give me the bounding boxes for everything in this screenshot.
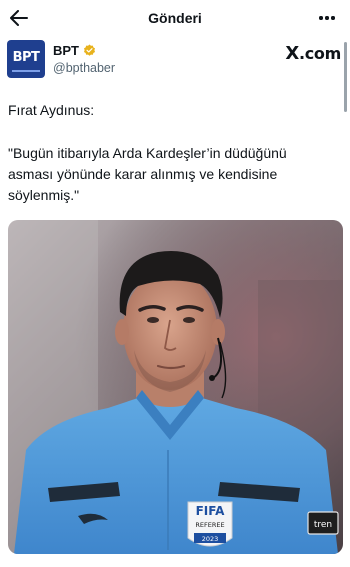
more-horizontal-icon xyxy=(319,16,323,20)
x-com-logo[interactable]: X.com xyxy=(285,43,341,64)
back-button[interactable] xyxy=(9,8,29,28)
referee-photo: FIFA REFEREE 2023 tren xyxy=(8,220,343,554)
svg-text:REFEREE: REFEREE xyxy=(195,521,224,529)
scrollbar[interactable] xyxy=(344,42,347,112)
verified-badge-icon xyxy=(83,44,96,56)
svg-text:FIFA: FIFA xyxy=(196,504,225,518)
sleeve-sponsor-patch: tren xyxy=(307,511,339,535)
post-text-line: Fırat Aydınus: xyxy=(8,102,95,118)
avatar-logo-text: BPT xyxy=(12,50,40,65)
page-title: Gönderi xyxy=(148,10,202,26)
x-logo-icon: X xyxy=(285,43,299,64)
fifa-referee-badge: FIFA REFEREE 2023 xyxy=(187,501,233,547)
author-handle[interactable]: @bpthaber xyxy=(53,61,115,75)
svg-text:tren: tren xyxy=(314,520,332,530)
post-quote-text: "Bugün itibarıyla Arda Kardeşler’in düdü… xyxy=(8,145,287,203)
more-options-button[interactable] xyxy=(316,9,338,27)
top-bar: Gönderi xyxy=(0,0,350,36)
avatar[interactable]: BPT xyxy=(7,40,45,78)
post-author: BPT BPT @bpthaber X.com xyxy=(7,40,343,82)
arrow-left-icon xyxy=(10,10,28,26)
post-image[interactable]: FIFA REFEREE 2023 tren xyxy=(8,220,343,554)
svg-text:2023: 2023 xyxy=(202,535,219,543)
author-name[interactable]: BPT xyxy=(53,43,79,58)
